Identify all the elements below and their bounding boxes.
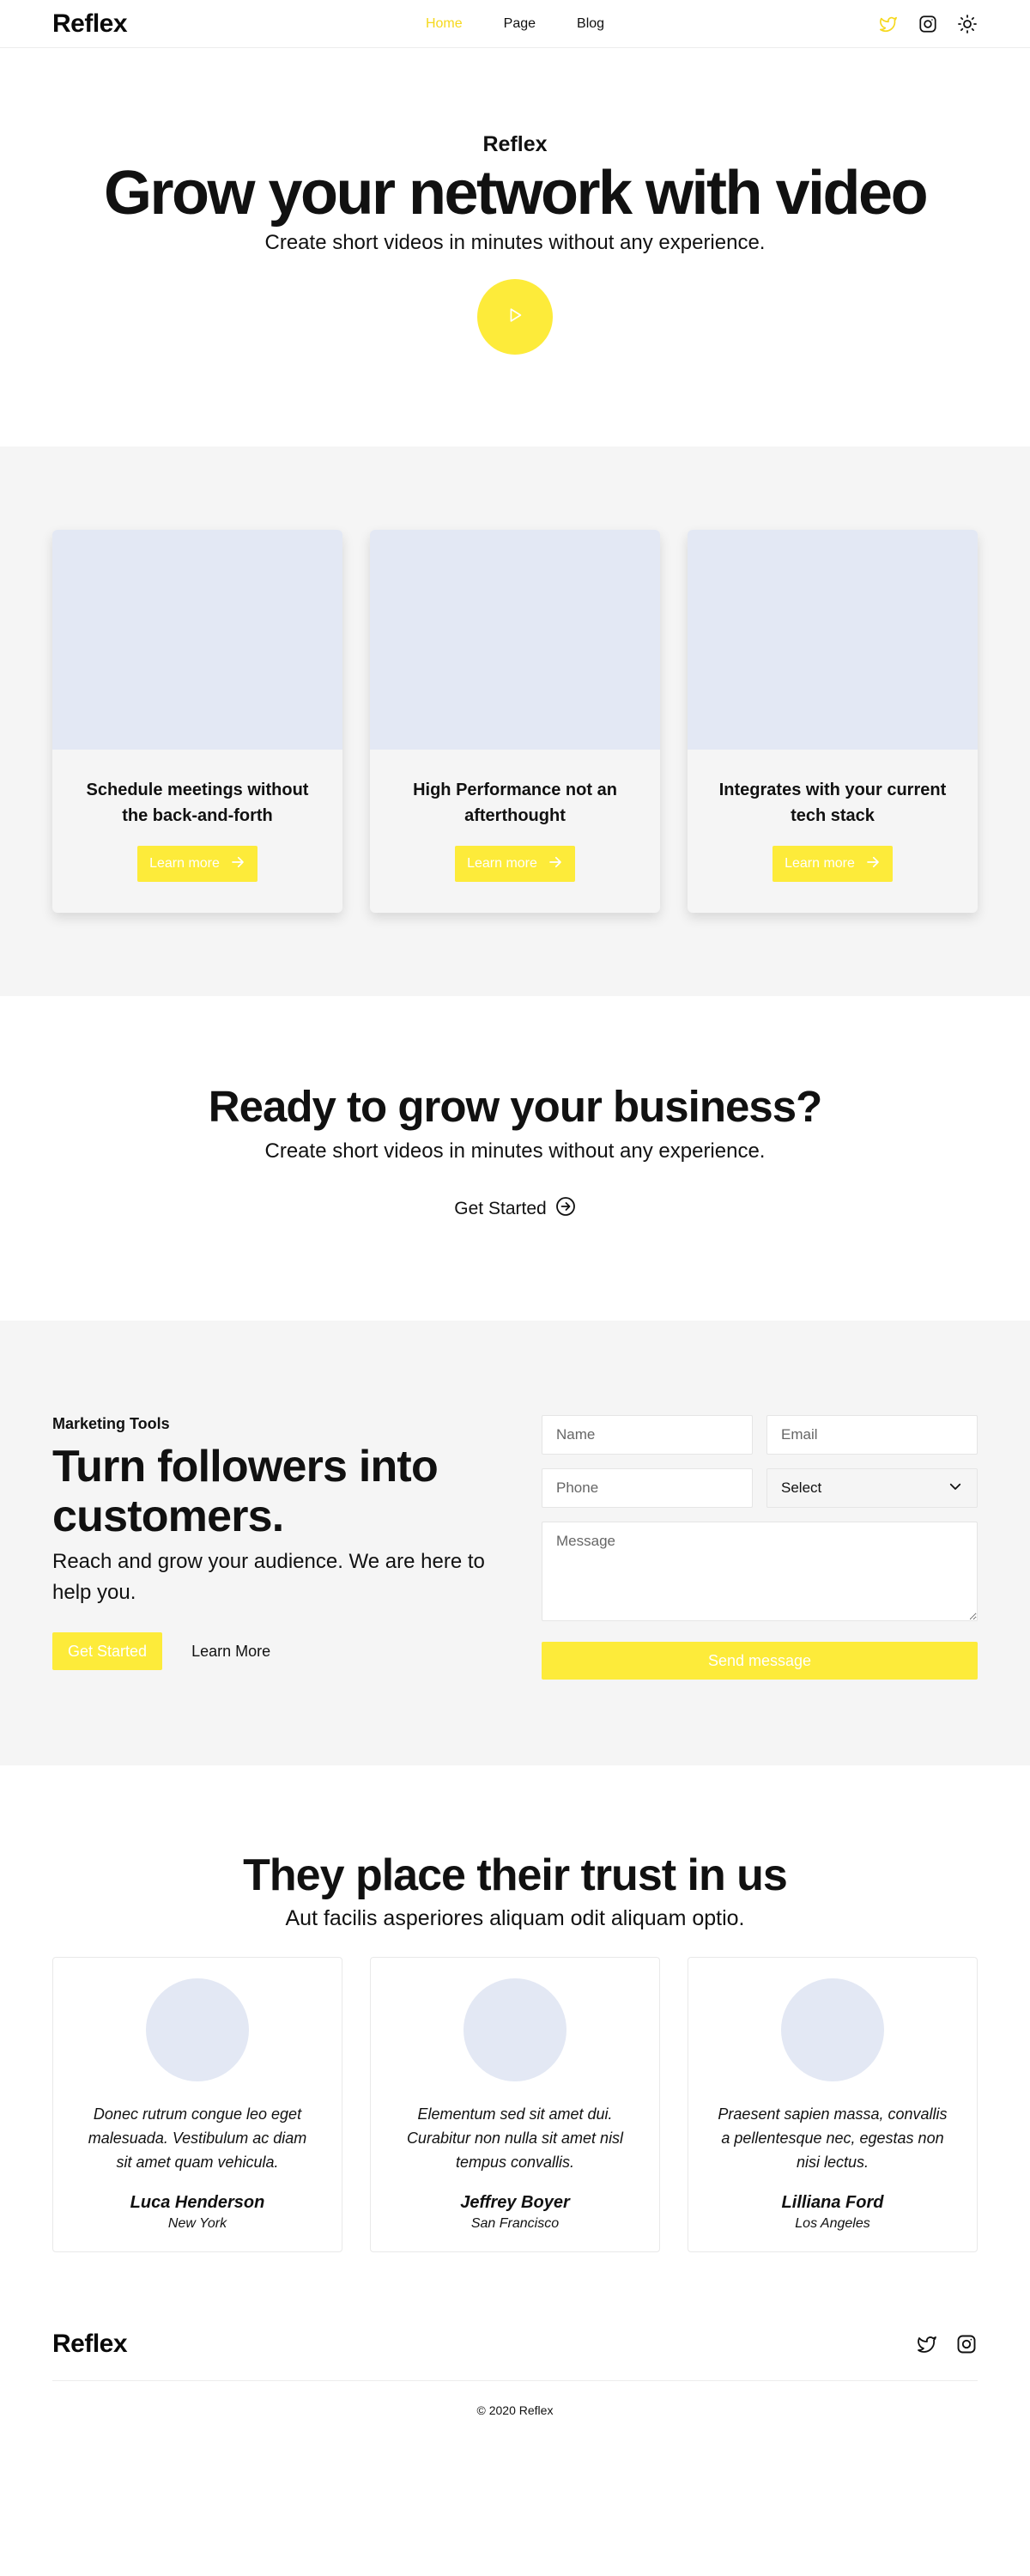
learn-more-button[interactable]: Learn more — [455, 846, 575, 882]
testimonial-name: Jeffrey Boyer — [460, 2193, 570, 2212]
testimonial-quote: Donec rutrum congue leo eget malesuada. … — [88, 2105, 307, 2171]
header-icons — [878, 14, 978, 34]
phone-field[interactable] — [542, 1468, 753, 1508]
testimonial-name: Lilliana Ford — [781, 2193, 884, 2212]
testimonial-list: Donec rutrum congue leo eget malesuada. … — [52, 1957, 978, 2252]
topic-select[interactable]: Select — [766, 1468, 978, 1508]
instagram-icon[interactable] — [955, 2333, 978, 2355]
learn-more-label: Learn more — [149, 856, 220, 871]
twitter-icon[interactable] — [878, 14, 899, 34]
testimonials-subtitle: Aut facilis asperiores aliquam odit aliq… — [285, 1906, 745, 1930]
feature-title: High Performance not an afterthought — [413, 781, 617, 825]
marketing-copy: Marketing Tools Turn followers into cust… — [52, 1415, 503, 1680]
testimonial-quote: Elementum sed sit amet dui. Curabitur no… — [406, 2105, 624, 2171]
contact-form: Select Send message — [542, 1415, 978, 1680]
feature-card: Integrates with your current tech stack … — [688, 530, 978, 913]
avatar — [464, 1978, 566, 2081]
footer-divider — [52, 2380, 978, 2381]
feature-card: High Performance not an afterthought Lea… — [370, 530, 660, 913]
main-nav: Home Page Blog — [426, 0, 604, 48]
message-field[interactable] — [542, 1522, 978, 1621]
testimonial-card: Donec rutrum congue leo eget malesuada. … — [52, 1957, 342, 2252]
learn-more-link[interactable]: Learn More — [191, 1643, 270, 1661]
play-icon — [506, 306, 524, 329]
sun-icon[interactable] — [957, 14, 978, 34]
nav-item-home[interactable]: Home — [426, 16, 463, 32]
feature-title: Integrates with your current tech stack — [718, 781, 947, 825]
copyright-text: © 2020 Reflex — [476, 2403, 554, 2417]
arrow-circle-right-icon — [555, 1196, 576, 1222]
feature-image-placeholder — [52, 530, 342, 750]
site-header: Reflex Home Page Blog — [0, 0, 1030, 48]
site-footer: Reflex © 2020 Reflex — [0, 2246, 1030, 2417]
get-started-label: Get Started — [454, 1199, 547, 1218]
hero-title: Grow your network with video — [103, 159, 929, 228]
feature-card: Schedule meetings without the back-and-f… — [52, 530, 342, 913]
instagram-icon[interactable] — [918, 14, 938, 34]
select-value: Select — [781, 1479, 822, 1496]
testimonial-card: Elementum sed sit amet dui. Curabitur no… — [370, 1957, 660, 2252]
arrow-right-icon — [230, 854, 245, 874]
hero-section: Reflex Grow your network with video Crea… — [0, 48, 1030, 447]
testimonial-card: Praesent sapien massa, convallis a pelle… — [688, 1957, 978, 2252]
twitter-icon[interactable] — [916, 2333, 938, 2355]
marketing-actions: Get Started Learn More — [52, 1632, 503, 1670]
feature-title: Schedule meetings without the back-and-f… — [86, 781, 309, 825]
get-started-button[interactable]: Get Started — [52, 1632, 163, 1670]
get-started-link[interactable]: Get Started — [454, 1196, 575, 1222]
testimonial-city: San Francisco — [470, 2216, 560, 2231]
testimonial-name: Luca Henderson — [130, 2193, 265, 2212]
hero-eyebrow: Reflex — [482, 132, 548, 156]
learn-more-label: Learn more — [467, 856, 537, 871]
send-message-button[interactable]: Send message — [542, 1642, 978, 1680]
testimonials-title: They place their trust in us — [243, 1850, 788, 1900]
avatar — [146, 1978, 249, 2081]
testimonial-quote: Praesent sapien massa, convallis a pelle… — [718, 2105, 948, 2171]
cta-title: Ready to grow your business? — [208, 1082, 822, 1131]
footer-social — [916, 2333, 978, 2355]
feature-image-placeholder — [370, 530, 660, 750]
name-field[interactable] — [542, 1415, 753, 1455]
testimonial-city: Los Angeles — [795, 2216, 870, 2231]
feature-image-placeholder — [688, 530, 978, 750]
marketing-section: Marketing Tools Turn followers into cust… — [0, 1321, 1030, 1765]
marketing-title: Turn followers into customers. — [52, 1442, 439, 1541]
nav-item-page[interactable]: Page — [504, 16, 536, 32]
cta-section: Ready to grow your business? Create shor… — [0, 996, 1030, 1321]
learn-more-button[interactable]: Learn more — [772, 846, 893, 882]
testimonial-city: New York — [167, 2216, 227, 2231]
features-section: Schedule meetings without the back-and-f… — [0, 447, 1030, 996]
footer-top: Reflex — [52, 2325, 978, 2363]
arrow-right-icon — [548, 854, 563, 874]
footer-logo[interactable]: Reflex — [52, 2330, 128, 2359]
chevron-down-icon — [948, 1479, 963, 1498]
email-field[interactable] — [766, 1415, 978, 1455]
hero-subtitle: Create short videos in minutes without a… — [264, 231, 766, 254]
marketing-text: Reach and grow your audience. We are her… — [52, 1550, 485, 1604]
nav-item-blog[interactable]: Blog — [577, 16, 604, 32]
brand-logo[interactable]: Reflex — [52, 9, 128, 39]
learn-more-label: Learn more — [785, 856, 855, 871]
marketing-eyebrow: Marketing Tools — [52, 1415, 170, 1432]
testimonials-section: They place their trust in us Aut facilis… — [0, 1765, 1030, 2252]
arrow-right-icon — [865, 854, 881, 874]
play-video-button[interactable] — [477, 279, 553, 355]
learn-more-button[interactable]: Learn more — [137, 846, 258, 882]
cta-subtitle: Create short videos in minutes without a… — [264, 1139, 766, 1163]
avatar — [781, 1978, 884, 2081]
